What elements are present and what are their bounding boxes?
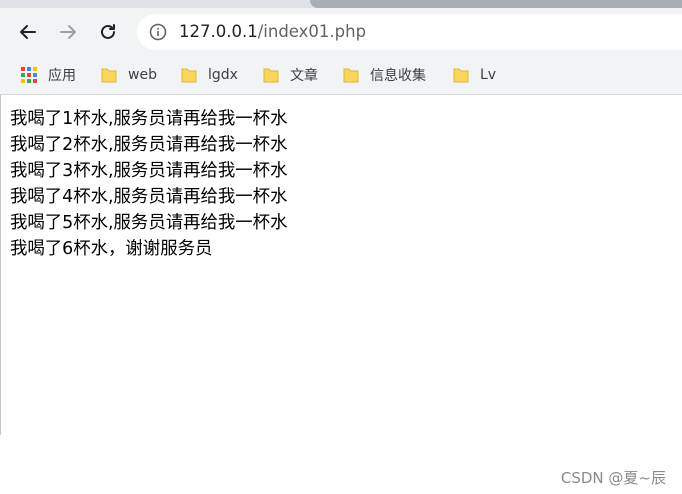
bookmark-label: Lv <box>480 67 497 83</box>
tab-strip <box>0 0 682 8</box>
watermark: CSDN @夏~辰 <box>560 469 666 487</box>
page-content: 我喝了1杯水,服务员请再给我一杯水 我喝了2杯水,服务员请再给我一杯水 我喝了3… <box>10 106 287 262</box>
folder-icon <box>181 68 197 83</box>
arrow-right-icon <box>60 25 76 39</box>
info-icon[interactable] <box>149 23 167 41</box>
bookmark-folder-lv[interactable]: Lv <box>452 56 496 94</box>
apps-grid-icon <box>21 67 37 83</box>
bookmark-label: 信息收集 <box>370 68 426 84</box>
bookmark-apps[interactable]: 应用 <box>20 56 76 94</box>
bookmark-folder-articles[interactable]: 文章 <box>262 56 318 94</box>
bookmark-label: 文章 <box>290 68 318 84</box>
output-line: 我喝了5杯水,服务员请再给我一杯水 <box>10 213 288 233</box>
bookmark-folder-info-gathering[interactable]: 信息收集 <box>342 56 426 94</box>
back-button[interactable] <box>12 16 44 48</box>
arrow-left-icon <box>20 25 36 39</box>
output-line: 我喝了1杯水,服务员请再给我一杯水 <box>10 109 288 129</box>
bookmark-label: 应用 <box>48 68 76 84</box>
address-bar[interactable]: 127.0.0.1/index01.php <box>137 14 682 50</box>
reload-button[interactable] <box>92 16 124 48</box>
url-host: 127.0.0.1 <box>179 22 258 41</box>
output-line: 我喝了3杯水,服务员请再给我一杯水 <box>10 161 288 181</box>
bookmark-label: web <box>128 67 157 83</box>
output-line: 我喝了2杯水,服务员请再给我一杯水 <box>10 135 288 155</box>
folder-icon <box>101 68 117 83</box>
bookmark-folder-lgdx[interactable]: lgdx <box>180 56 238 94</box>
url-path: /index01.php <box>257 22 367 41</box>
output-line: 我喝了4杯水,服务员请再给我一杯水 <box>10 187 288 207</box>
bookmarks-bar: 应用 web lgdx 文章 信息收集 Lv <box>0 56 682 95</box>
folder-icon <box>453 68 469 83</box>
url-text[interactable]: 127.0.0.1/index01.php <box>179 14 366 50</box>
bookmark-folder-web[interactable]: web <box>100 56 157 94</box>
output-line: 我喝了6杯水，谢谢服务员 <box>10 239 213 259</box>
bookmark-label: lgdx <box>208 67 238 83</box>
tab-strip-background <box>310 0 682 8</box>
reload-icon <box>101 24 115 39</box>
forward-button[interactable] <box>52 16 84 48</box>
browser-toolbar: 127.0.0.1/index01.php <box>0 8 682 56</box>
window-edge <box>0 95 1 435</box>
folder-icon <box>343 68 359 83</box>
folder-icon <box>263 68 279 83</box>
